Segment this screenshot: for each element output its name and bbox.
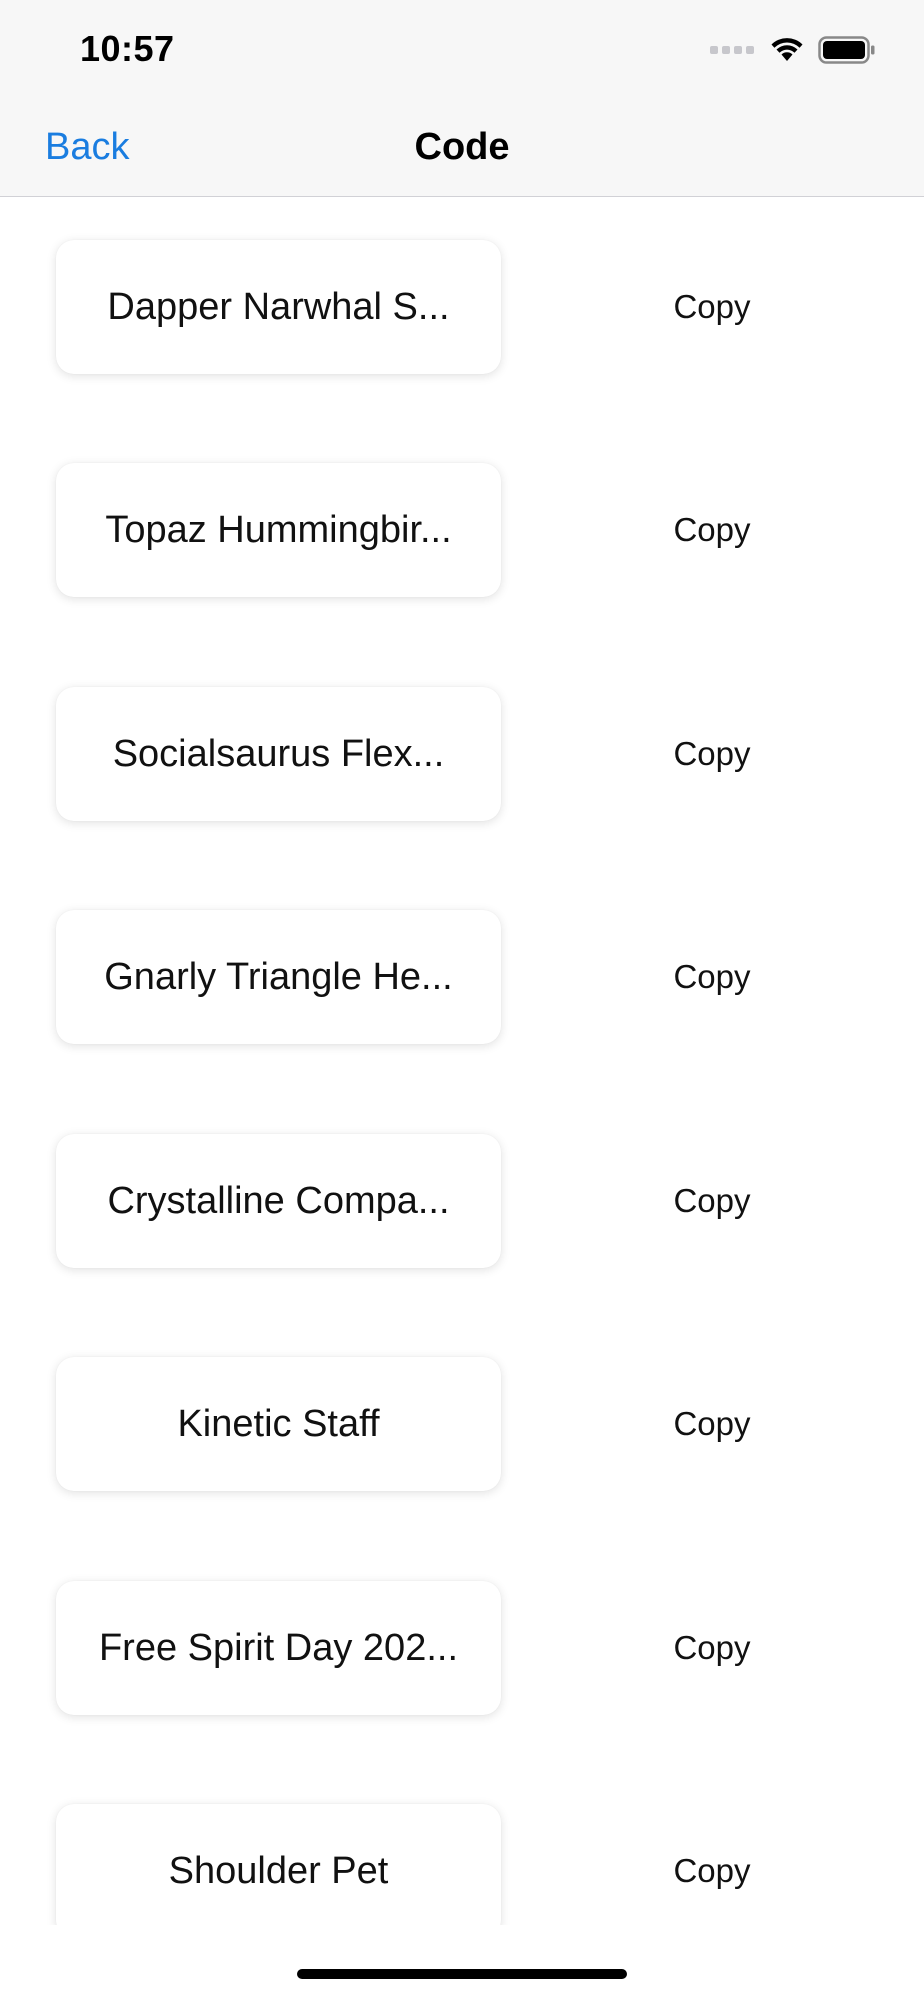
item-card[interactable]: Free Spirit Day 202...: [56, 1581, 501, 1715]
status-icons: [710, 34, 876, 66]
list-item: Dapper Narwhal S... Copy: [0, 240, 924, 374]
item-label: Crystalline Compa...: [107, 1179, 450, 1222]
copy-button[interactable]: Copy: [652, 1357, 772, 1491]
item-card[interactable]: Crystalline Compa...: [56, 1134, 501, 1268]
list-item: Kinetic Staff Copy: [0, 1357, 924, 1491]
item-label: Socialsaurus Flex...: [112, 732, 445, 775]
status-time: 10:57: [80, 28, 175, 69]
list-item: Shoulder Pet Copy: [0, 1804, 924, 1925]
list-item: Socialsaurus Flex... Copy: [0, 687, 924, 821]
item-card[interactable]: Kinetic Staff: [56, 1357, 501, 1491]
item-label: Free Spirit Day 202...: [98, 1626, 459, 1669]
item-label: Shoulder Pet: [168, 1849, 389, 1892]
list-item: Free Spirit Day 202... Copy: [0, 1581, 924, 1715]
item-card[interactable]: Topaz Hummingbir...: [56, 463, 501, 597]
item-label: Topaz Hummingbir...: [105, 508, 452, 551]
copy-button[interactable]: Copy: [652, 1804, 772, 1925]
battery-icon: [818, 36, 875, 64]
navigation-header: 10:57 Back Code: [0, 0, 924, 197]
item-label: Kinetic Staff: [177, 1402, 380, 1445]
copy-button[interactable]: Copy: [652, 240, 772, 374]
item-card[interactable]: Shoulder Pet: [56, 1804, 501, 1925]
code-list[interactable]: Dapper Narwhal S... Copy Topaz Hummingbi…: [0, 197, 924, 1925]
list-item: Gnarly Triangle He... Copy: [0, 910, 924, 1044]
copy-button[interactable]: Copy: [652, 687, 772, 821]
item-label: Gnarly Triangle He...: [104, 955, 453, 998]
item-card[interactable]: Socialsaurus Flex...: [56, 687, 501, 821]
copy-button[interactable]: Copy: [652, 463, 772, 597]
page-title: Code: [414, 126, 510, 168]
item-card[interactable]: Dapper Narwhal S...: [56, 240, 501, 374]
list-item: Topaz Hummingbir... Copy: [0, 463, 924, 597]
cellular-signal-icon: [710, 46, 754, 54]
copy-button[interactable]: Copy: [652, 1581, 772, 1715]
item-label: Dapper Narwhal S...: [107, 285, 450, 328]
code-screen: 10:57 Back Code Dapper Narwhal S... Copy…: [0, 0, 924, 2000]
list-item: Crystalline Compa... Copy: [0, 1134, 924, 1268]
item-card[interactable]: Gnarly Triangle He...: [56, 910, 501, 1044]
copy-button[interactable]: Copy: [652, 910, 772, 1044]
copy-button[interactable]: Copy: [652, 1134, 772, 1268]
wifi-icon: [771, 38, 803, 61]
home-indicator[interactable]: [297, 1969, 627, 1979]
